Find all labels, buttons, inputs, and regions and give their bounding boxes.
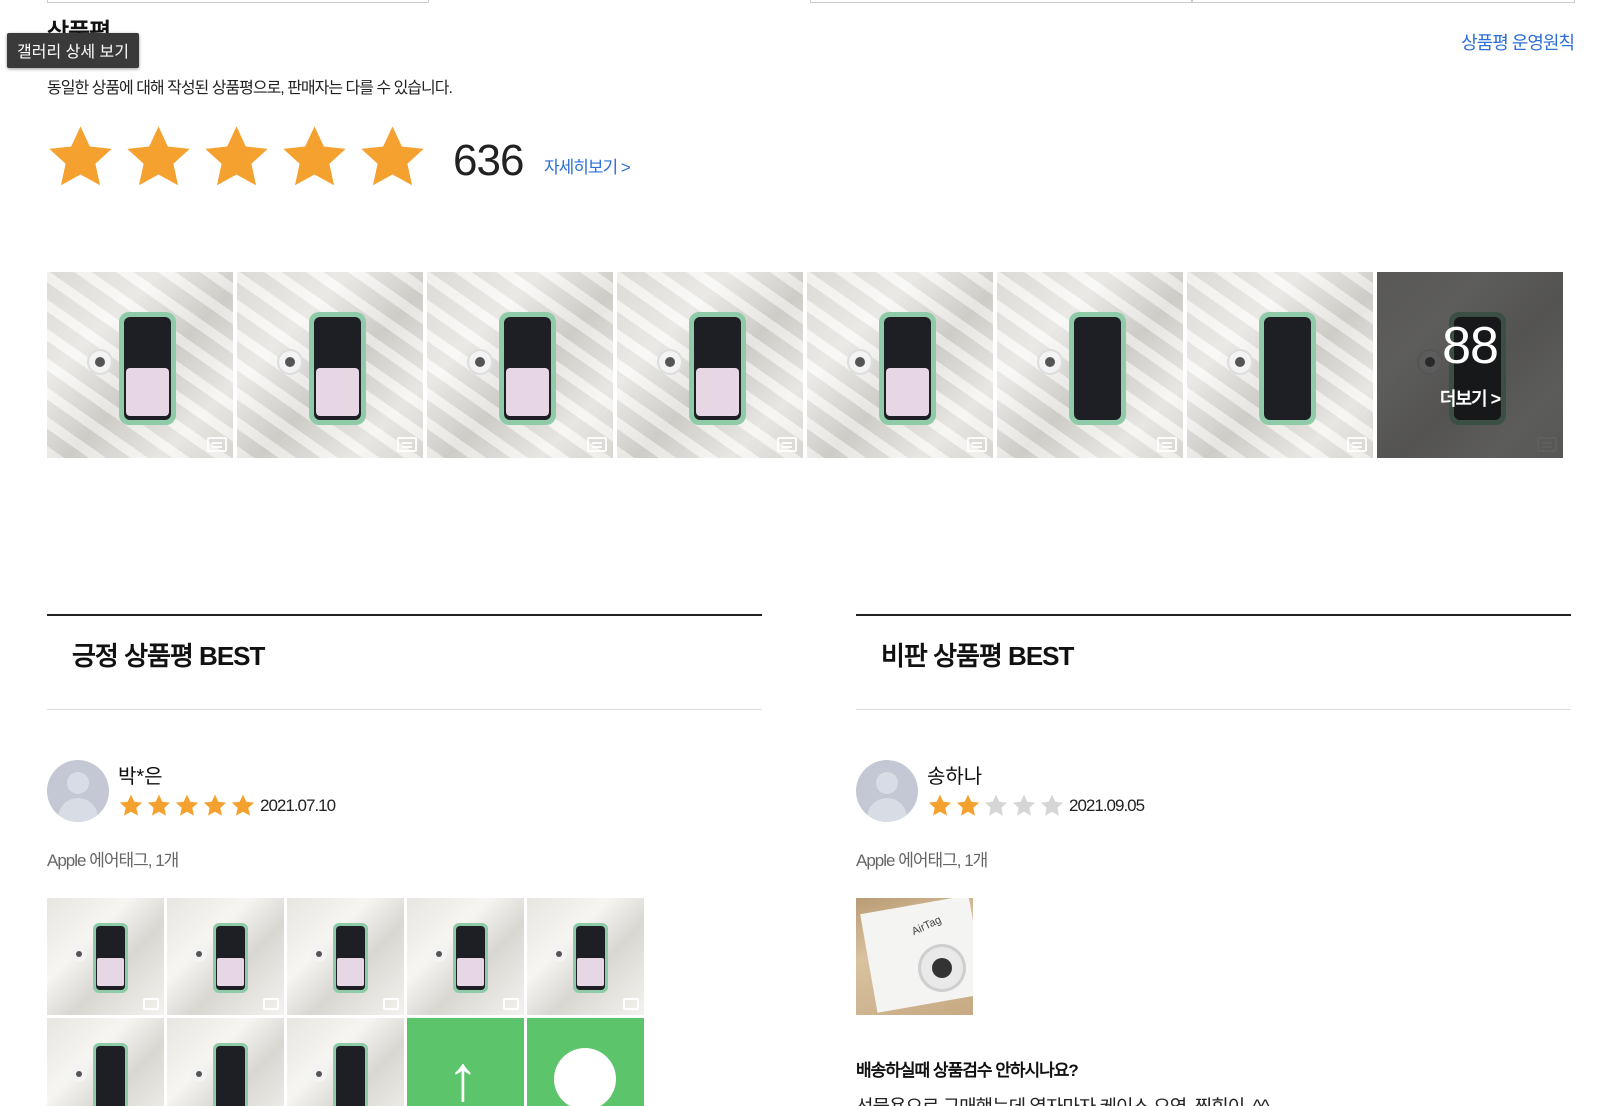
review-photo-grid: ↑	[47, 898, 644, 1106]
star-icon	[928, 794, 952, 816]
review-stars	[927, 793, 1065, 818]
review-photo[interactable]: AirTag	[856, 898, 973, 1015]
arrow-up-icon: ↑	[447, 1042, 479, 1106]
review-body: 선물용으로 구매했는데 열자마자 케이스 오염, 찍힘이..^^..	[856, 1092, 1278, 1106]
star-icon	[119, 794, 143, 816]
comment-icon	[967, 437, 987, 452]
star-icon	[147, 794, 171, 816]
review-policy-link[interactable]: 상품평 운영원칙	[1461, 29, 1575, 55]
avatar-icon	[47, 760, 109, 822]
negative-best-title: 비판 상품평 BEST	[881, 641, 1074, 671]
photo-gallery: 88 더보기 >	[47, 272, 1563, 458]
comment-icon	[1347, 437, 1367, 452]
comment-icon	[623, 998, 639, 1010]
section-subtitle: 동일한 상품에 대해 작성된 상품평으로, 판매자는 다를 수 있습니다.	[47, 80, 453, 97]
review-photo-thumbnail[interactable]	[47, 898, 164, 1015]
gallery-thumbnail[interactable]	[47, 272, 233, 458]
review-count: 636	[453, 136, 524, 185]
positive-best-title: 긍정 상품평 BEST	[72, 641, 265, 671]
more-photo-count: 88	[1442, 317, 1499, 375]
gallery-thumbnail[interactable]	[1187, 272, 1373, 458]
star-icon	[361, 126, 424, 186]
star-icon	[231, 794, 255, 816]
review-stars	[118, 793, 256, 818]
review-date: 2021.09.05	[1069, 796, 1145, 815]
comment-icon	[207, 437, 227, 452]
negative-best-header: 비판 상품평 BEST	[856, 614, 1571, 710]
review-photo-thumbnail[interactable]	[287, 898, 404, 1015]
gallery-more-button[interactable]: 88 더보기 >	[1377, 272, 1563, 458]
product-option: Apple 에어태그, 1개	[47, 851, 179, 870]
star-icon	[283, 126, 346, 186]
star-icon	[1012, 794, 1036, 816]
review-photo-thumbnail[interactable]	[47, 1018, 164, 1106]
review-photo-thumbnail[interactable]	[167, 898, 284, 1015]
star-icon	[127, 126, 190, 186]
top-input-border-left	[47, 0, 429, 3]
gallery-tooltip: 갤러리 상세 보기	[7, 33, 139, 68]
review-photo-thumbnail[interactable]	[527, 1018, 644, 1106]
review-photo-thumbnail[interactable]	[287, 1018, 404, 1106]
comment-icon	[143, 998, 159, 1010]
comment-icon	[503, 998, 519, 1010]
comment-icon	[397, 437, 417, 452]
product-option: Apple 에어태그, 1개	[856, 851, 988, 870]
comment-icon	[587, 437, 607, 452]
gallery-thumbnail[interactable]	[237, 272, 423, 458]
star-icon	[203, 794, 227, 816]
overall-rating-stars	[45, 122, 428, 192]
review-headline: 배송하실때 상품검수 안하시나요?	[856, 1061, 1079, 1080]
comment-icon	[383, 998, 399, 1010]
gallery-thumbnail[interactable]	[427, 272, 613, 458]
review-date: 2021.07.10	[260, 796, 336, 815]
rating-detail-link[interactable]: 자세히보기 >	[544, 153, 631, 178]
more-label: 더보기 >	[1439, 389, 1501, 409]
negative-best-column: 비판 상품평 BEST 송하나 2021.09.05 Apple 에어태그, 1…	[856, 614, 1571, 1106]
positive-best-header: 긍정 상품평 BEST	[47, 614, 762, 710]
star-icon	[49, 126, 112, 186]
reviewer-name: 송하나	[927, 766, 983, 788]
star-icon	[205, 126, 268, 186]
comment-icon	[777, 437, 797, 452]
comment-icon	[263, 998, 279, 1010]
top-input-border-middle	[810, 0, 1192, 3]
review-photo-thumbnail[interactable]: ↑	[407, 1018, 524, 1106]
top-input-border-right	[1192, 0, 1575, 3]
positive-best-column: 긍정 상품평 BEST 박*은 2021.07.10 Apple 에어태그, 1…	[47, 614, 762, 1106]
review-photo-thumbnail[interactable]	[527, 898, 644, 1015]
reviewer-name: 박*은	[118, 766, 163, 788]
review-photo-thumbnail[interactable]	[167, 1018, 284, 1106]
star-icon	[175, 794, 199, 816]
gallery-thumbnail[interactable]	[807, 272, 993, 458]
gallery-thumbnail[interactable]	[997, 272, 1183, 458]
star-icon	[1040, 794, 1064, 816]
star-icon	[956, 794, 980, 816]
avatar-icon	[856, 760, 918, 822]
gallery-thumbnail[interactable]	[617, 272, 803, 458]
review-photo-thumbnail[interactable]	[407, 898, 524, 1015]
comment-icon	[1157, 437, 1177, 452]
star-icon	[984, 794, 1008, 816]
